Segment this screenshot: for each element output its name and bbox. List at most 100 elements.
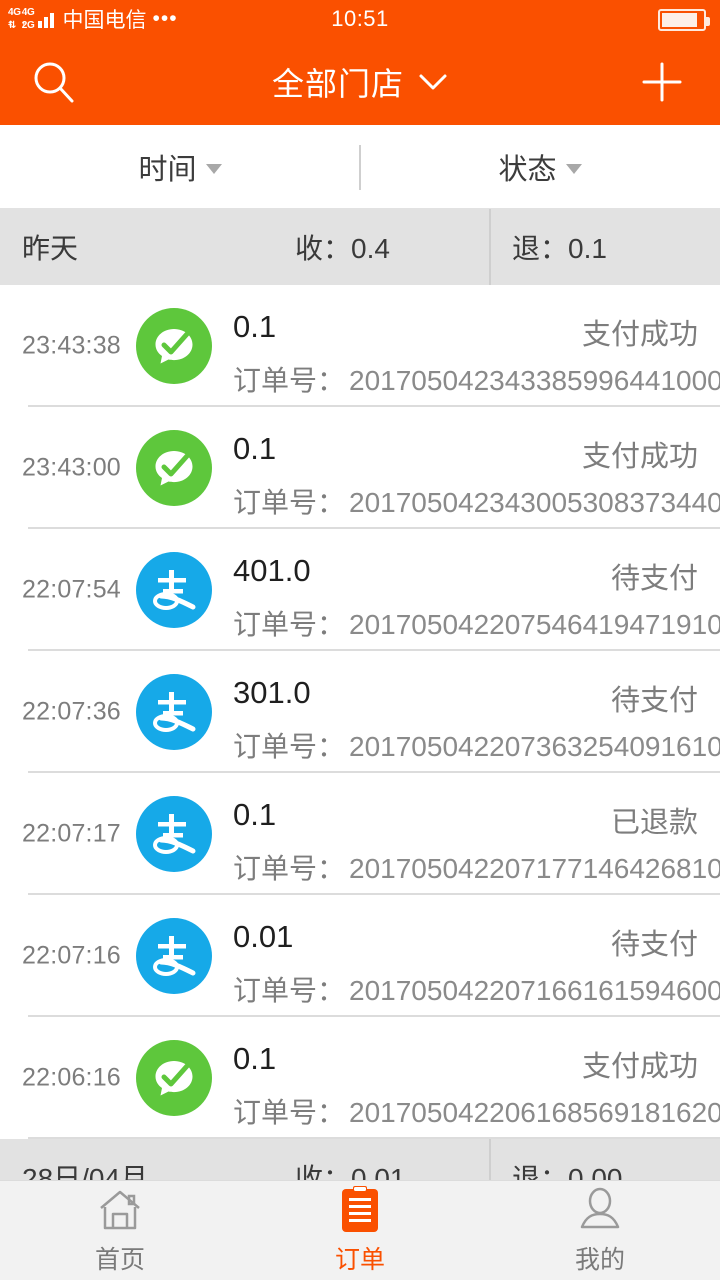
order-status: 支付成功 — [581, 441, 698, 473]
nav-bar: 全部门店 — [0, 38, 720, 125]
order-amount: 0.1 — [233, 431, 277, 466]
order-number-label: 订单号： — [233, 609, 346, 640]
order-number-line: 订单号： 201705042207166161594600 — [233, 969, 720, 1009]
add-order-button[interactable] — [634, 54, 690, 110]
order-time: 23:43:38 — [22, 331, 121, 360]
order-row[interactable]: 22:07:17 0.1 已退款 订单号： 2017050422071771464268… — [0, 773, 720, 895]
battery-fill — [662, 13, 698, 27]
order-row[interactable]: 22:06:16 0.1 支付成功订单号： 201705042206168569181… — [0, 1017, 720, 1139]
status-bar: 4G + ⇅ 4G † 2G 中国电信 ••• 10:51 — [0, 0, 720, 38]
tab-orders-label: 订单 — [334, 1245, 385, 1274]
summary-income: 收：0.4 — [295, 233, 390, 264]
store-selector[interactable]: 全部门店 — [0, 38, 720, 125]
alipay-badge — [136, 796, 212, 872]
chevron-down-icon — [419, 74, 447, 89]
filter-status[interactable]: 状态 — [360, 125, 720, 208]
wechat-pay-icon — [155, 1061, 193, 1096]
order-row[interactable]: 22:07:54 401.0 待支付 订单号： 20170504220754641947… — [0, 529, 720, 651]
summary-divider — [489, 1139, 491, 1180]
order-number-line: 订单号： 201705042343005308373440 — [233, 481, 720, 521]
alipay-badge — [136, 552, 212, 628]
filter-time[interactable]: 时间 — [0, 125, 360, 208]
status-bar-clock: 10:51 — [331, 6, 389, 31]
order-status: 待支付 — [610, 929, 698, 961]
alipay-badge — [136, 918, 212, 994]
tab-profile-label: 我的 — [574, 1245, 625, 1274]
caret-down-icon — [205, 164, 222, 174]
filter-bar: 时间 状态 — [0, 125, 720, 209]
order-status: 待支付 — [610, 685, 698, 717]
wechat-pay-badge — [136, 1040, 212, 1116]
order-number-line: 订单号： 201705042207363254091610 — [233, 725, 720, 765]
order-row[interactable]: 22:07:16 0.01 待支付订单号： 201705042207166161594… — [0, 895, 720, 1017]
caret-down-icon — [565, 164, 582, 174]
order-number-label: 订单号： — [233, 731, 346, 762]
order-number-value: 201705042207546419471910 — [349, 609, 720, 640]
summary-date: 昨天 — [22, 233, 79, 264]
order-number-label: 订单号： — [233, 853, 346, 884]
wechat-pay-badge — [136, 308, 212, 384]
wechat-pay-icon — [155, 451, 193, 486]
order-row[interactable]: 23:43:00 0.1 支付成功订单号： 201705042343005308373… — [0, 407, 720, 529]
order-number-value: 201705042206168569181620 — [349, 1097, 720, 1128]
order-number-line: 订单号： 201705042207546419471910 — [233, 603, 720, 643]
tab-orders[interactable]: 订单 — [240, 1181, 480, 1280]
order-number-label: 订单号： — [233, 975, 346, 1006]
order-amount: 301.0 — [233, 675, 311, 710]
nav-title: 全部门店 — [271, 65, 404, 102]
order-list[interactable]: 昨天 收：0.4 退：0.1 23:43:38 0.1 支付成功 订单号： 201705042… — [0, 209, 720, 1180]
order-number-line: 订单号： 201705042343385996441000 — [233, 359, 720, 399]
order-time: 23:43:00 — [22, 453, 121, 482]
order-amount: 0.1 — [233, 1041, 277, 1076]
alipay-icon — [153, 692, 196, 732]
order-list-screen: 4G + ⇅ 4G † 2G 中国电信 ••• 10:51 全部门店 时间 状态… — [0, 0, 720, 1280]
order-number-label: 订单号： — [233, 1097, 346, 1128]
day-summary-row: 28日/04月 收：0.01 退：0.00 — [0, 1139, 720, 1180]
order-amount: 0.1 — [233, 797, 277, 832]
alipay-icon — [153, 936, 196, 976]
summary-income: 收：0.01 — [295, 1163, 406, 1180]
order-status: 支付成功 — [581, 1051, 698, 1083]
tab-home-label: 首页 — [94, 1245, 145, 1274]
order-number-label: 订单号： — [233, 487, 346, 518]
order-number-value: 201705042343005308373440 — [349, 487, 720, 518]
order-number-value: 201705042207363254091610 — [349, 731, 720, 762]
tab-bar: 首页 订单 我的 — [0, 1180, 720, 1280]
summary-refund: 退：0.1 — [512, 233, 607, 264]
order-amount: 401.0 — [233, 553, 311, 588]
wechat-pay-icon — [155, 329, 193, 364]
summary-date: 28日/04月 — [22, 1163, 149, 1180]
clipboard-icon — [340, 1185, 380, 1234]
alipay-badge — [136, 674, 212, 750]
wechat-pay-badge — [136, 430, 212, 506]
order-time: 22:07:17 — [22, 819, 121, 848]
order-row[interactable]: 22:07:36 301.0 待支付订单号： 20170504220736325409… — [0, 651, 720, 773]
order-row[interactable]: 23:43:38 0.1 支付成功订单号： 201705042343385996441… — [0, 285, 720, 407]
summary-refund: 退：0.00 — [512, 1163, 623, 1180]
order-time: 22:06:16 — [22, 1063, 121, 1092]
filter-divider — [359, 145, 361, 190]
order-time: 22:07:36 — [22, 697, 121, 726]
order-amount: 0.01 — [233, 919, 294, 954]
alipay-icon — [153, 570, 196, 610]
order-time: 22:07:16 — [22, 941, 121, 970]
battery-icon — [658, 9, 710, 31]
filter-status-label: 状态 — [498, 153, 557, 186]
order-number-value: 201705042343385996441000 — [349, 365, 720, 396]
person-icon — [577, 1186, 623, 1234]
order-number-value: 201705042207177146426810 — [349, 853, 720, 884]
day-summary-row: 昨天 收：0.4 退：0.1 — [0, 209, 720, 285]
summary-divider — [489, 209, 491, 285]
home-icon — [97, 1186, 143, 1234]
order-number-label: 订单号： — [233, 365, 346, 396]
order-time: 22:07:54 — [22, 575, 121, 604]
order-number-line: 订单号： 201705042206168569181620 — [233, 1091, 720, 1131]
tab-home[interactable]: 首页 — [0, 1181, 240, 1280]
order-amount: 0.1 — [233, 309, 277, 344]
tab-profile[interactable]: 我的 — [480, 1181, 720, 1280]
order-number-line: 订单号： 201705042207177146426810 — [233, 847, 720, 887]
order-status: 支付成功 — [581, 319, 698, 351]
filter-time-label: 时间 — [138, 153, 197, 186]
alipay-icon — [153, 814, 196, 854]
order-number-value: 201705042207166161594600 — [349, 975, 720, 1006]
